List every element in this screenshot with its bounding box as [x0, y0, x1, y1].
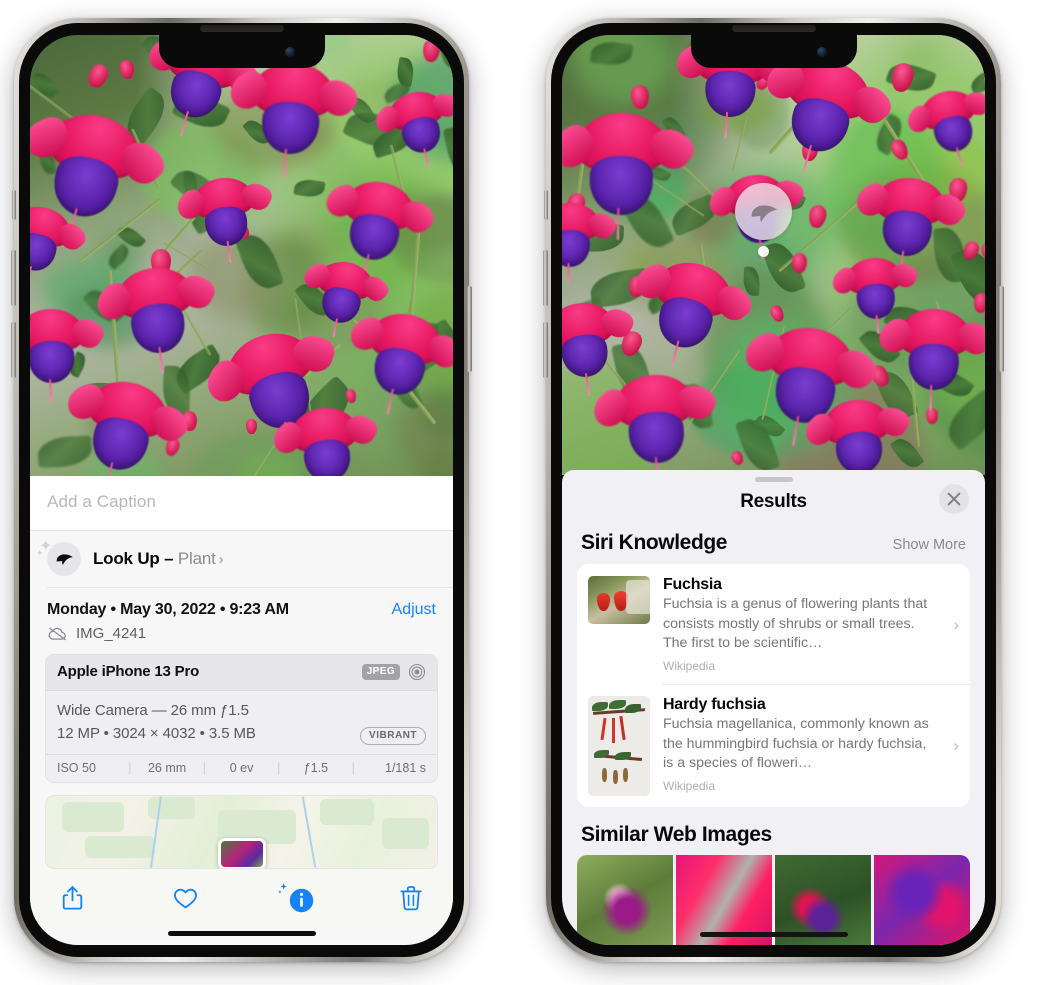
siri-knowledge-header: Siri Knowledge Show More [562, 527, 985, 564]
adjust-button[interactable]: Adjust [392, 601, 436, 619]
earpiece-speaker [731, 25, 816, 32]
exif-iso: ISO 50 [57, 761, 96, 775]
screen-left: Add a Caption ✦ ✦ Look Up – Plant › Mond… [30, 35, 453, 945]
visual-lookup-badge[interactable] [735, 183, 792, 240]
leaf-icon [751, 204, 777, 222]
volume-up-button[interactable] [11, 250, 16, 306]
power-button[interactable] [467, 286, 472, 372]
photo-date: Monday • May 30, 2022 • 9:23 AM [47, 600, 289, 618]
siri-knowledge-title: Siri Knowledge [581, 531, 728, 555]
info-icon[interactable] [278, 881, 314, 915]
chevron-right-icon: › [953, 614, 959, 634]
power-button[interactable] [999, 286, 1004, 372]
siri-knowledge-cards: Fuchsia Fuchsia is a genus of flowering … [577, 564, 970, 807]
result-source: Wikipedia [663, 659, 716, 673]
result-description: Fuchsia is a genus of flowering plants t… [663, 596, 928, 652]
result-description: Fuchsia magellanica, commonly known as t… [663, 716, 929, 772]
web-image-thumb[interactable] [577, 855, 673, 945]
iphone-right: Results Siri Knowledge Show More Fuchsia… [543, 18, 1004, 962]
show-more-button[interactable]: Show More [893, 537, 966, 553]
camera-model: Apple iPhone 13 Pro [57, 663, 200, 680]
heart-icon[interactable] [169, 881, 201, 915]
visual-lookup-anchor-dot [758, 246, 769, 257]
similar-web-images-title: Similar Web Images [581, 823, 772, 846]
list-item[interactable]: Fuchsia Fuchsia is a genus of flowering … [577, 564, 970, 684]
camera-card-body: Wide Camera — 26 mm ƒ1.5 12 MP • 3024 × … [46, 691, 437, 755]
similar-web-images-header: Similar Web Images [562, 807, 985, 855]
volume-down-button[interactable] [543, 322, 548, 378]
volume-down-button[interactable] [11, 322, 16, 378]
exif-aperture: ƒ1.5 [303, 761, 329, 775]
photo-date-row: Monday • May 30, 2022 • 9:23 AM Adjust [30, 588, 453, 623]
camera-info-card[interactable]: Apple iPhone 13 Pro JPEG Wide Camera — 2… [45, 653, 438, 783]
home-indicator[interactable] [699, 932, 848, 937]
sparkles-icon-small: ✦ [36, 547, 44, 558]
results-header: Results [562, 482, 985, 527]
close-icon[interactable] [939, 484, 969, 515]
look-up-title: Look Up [93, 548, 160, 568]
volume-up-button[interactable] [543, 250, 548, 306]
result-body: Hardy fuchsia Fuchsia magellanica, commo… [663, 696, 938, 793]
look-up-row[interactable]: ✦ ✦ Look Up – Plant › [30, 531, 453, 588]
leaf-icon [56, 554, 73, 565]
filename-row: IMG_4241 [30, 623, 453, 654]
share-icon[interactable] [56, 881, 88, 915]
result-thumbnail [588, 576, 650, 625]
look-up-label: Look Up – Plant › [93, 548, 224, 569]
silent-switch[interactable] [544, 190, 548, 220]
earpiece-speaker [199, 25, 284, 32]
results-sheet: Results Siri Knowledge Show More Fuchsia… [562, 470, 985, 945]
exif-shutter: 1/181 s [385, 761, 427, 775]
result-title: Hardy fuchsia [663, 696, 766, 713]
phone-bezel-left: Add a Caption ✦ ✦ Look Up – Plant › Mond… [19, 23, 464, 957]
look-up-badge: ✦ ✦ [36, 538, 81, 576]
photo-overlay [30, 35, 453, 483]
result-body: Fuchsia Fuchsia is a genus of flowering … [663, 576, 938, 673]
screenshot-stage: Add a Caption ✦ ✦ Look Up – Plant › Mond… [0, 0, 1055, 985]
exif-row: ISO 50 | 26 mm | 0 ev | ƒ1.5 | 1/181 s [46, 754, 437, 782]
visual-lookup-pin[interactable] [735, 183, 792, 257]
cloud-slash-icon [48, 627, 66, 640]
home-indicator[interactable] [167, 931, 316, 936]
photo-info-sheet: Add a Caption ✦ ✦ Look Up – Plant › Mond… [30, 475, 453, 945]
result-title: Fuchsia [663, 576, 722, 594]
look-up-subject: Plant [177, 548, 216, 568]
screen-right: Results Siri Knowledge Show More Fuchsia… [562, 35, 985, 945]
caption-field[interactable]: Add a Caption [30, 475, 453, 531]
notch [158, 35, 325, 68]
filename: IMG_4241 [76, 624, 147, 642]
photographic-style-badge: VIBRANT [360, 727, 426, 745]
look-up-dash: – [159, 548, 178, 568]
list-item[interactable]: Hardy fuchsia Fuchsia magellanica, commo… [577, 684, 970, 807]
web-image-thumb[interactable] [874, 855, 970, 945]
iphone-left: Add a Caption ✦ ✦ Look Up – Plant › Mond… [11, 18, 472, 962]
photo-viewer[interactable] [30, 35, 453, 483]
camera-lens-line: Wide Camera — 26 mm ƒ1.5 [57, 701, 249, 719]
photo-toolbar [30, 869, 453, 921]
trash-icon[interactable] [395, 881, 427, 915]
chevron-right-icon: › [218, 550, 224, 568]
notch [690, 35, 857, 68]
silent-switch[interactable] [12, 190, 16, 220]
chevron-right-icon: › [953, 736, 959, 755]
photo-location-pin[interactable] [217, 837, 266, 868]
photo-location-map[interactable] [45, 795, 438, 869]
front-camera-icon [284, 47, 295, 57]
result-source: Wikipedia [663, 778, 716, 793]
results-title: Results [740, 491, 807, 513]
format-badge: JPEG [361, 663, 400, 680]
caption-placeholder: Add a Caption [47, 491, 157, 511]
camera-card-header: Apple iPhone 13 Pro JPEG [46, 654, 437, 691]
aperture-icon [408, 663, 426, 680]
front-camera-icon [816, 47, 827, 57]
result-thumbnail [588, 696, 650, 796]
exif-focal: 26 mm [147, 761, 187, 775]
exif-ev: 0 ev [229, 761, 254, 775]
phone-bezel-right: Results Siri Knowledge Show More Fuchsia… [551, 23, 996, 957]
